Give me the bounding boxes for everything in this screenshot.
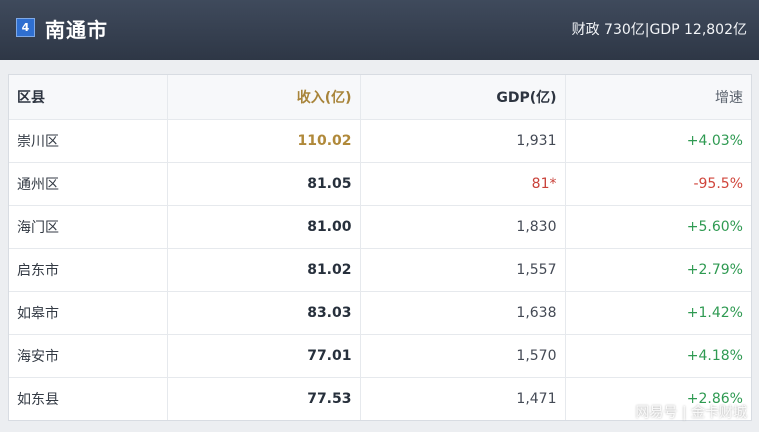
- column-header-district[interactable]: 区县: [9, 75, 167, 120]
- gdp-cell: 1,570: [359, 334, 565, 378]
- watermark-text: 网易号 | 金卡财城: [635, 405, 747, 421]
- city-title: 南通市: [45, 18, 108, 42]
- district-cell: 如皋市: [9, 291, 167, 335]
- table-row[interactable]: 海安市 77.01 1,570 +4.18%: [9, 334, 751, 378]
- district-cell: 启东市: [9, 248, 167, 292]
- income-cell: 77.53: [166, 377, 360, 420]
- table-header-row: 区县 收入(亿) GDP(亿) 增速: [9, 75, 751, 120]
- gdp-cell: 1,931: [359, 119, 565, 163]
- gdp-cell: 81*: [359, 162, 565, 206]
- gdp-cell: 1,830: [359, 205, 565, 249]
- column-header-gdp[interactable]: GDP(亿): [359, 75, 565, 120]
- gdp-cell: 1,557: [359, 248, 565, 292]
- growth-cell: +4.03%: [564, 119, 751, 163]
- table-row[interactable]: 通州区 81.05 81* -95.5%: [9, 162, 751, 206]
- income-cell: 81.05: [166, 162, 360, 206]
- growth-cell: +4.18%: [564, 334, 751, 378]
- district-cell: 海安市: [9, 334, 167, 378]
- gdp-cell: 1,471: [359, 377, 565, 420]
- district-cell: 通州区: [9, 162, 167, 206]
- district-cell: 崇川区: [9, 119, 167, 163]
- growth-cell: +2.79%: [564, 248, 751, 292]
- district-cell: 如东县: [17, 391, 59, 408]
- column-header-income[interactable]: 收入(亿): [166, 75, 360, 120]
- table-row[interactable]: 如皋市 83.03 1,638 +1.42%: [9, 291, 751, 335]
- city-summary: 财政 730亿|GDP 12,802亿: [571, 22, 747, 38]
- income-cell: 110.02: [166, 119, 360, 163]
- district-cell: 海门区: [9, 205, 167, 249]
- rank-badge: 4: [16, 18, 35, 37]
- income-cell: 83.03: [166, 291, 360, 335]
- gdp-cell: 1,638: [359, 291, 565, 335]
- column-header-growth[interactable]: 增速: [564, 75, 751, 120]
- growth-cell: +5.60%: [564, 205, 751, 249]
- city-header: 4 南通市 财政 730亿|GDP 12,802亿: [0, 0, 759, 60]
- growth-cell: -95.5%: [564, 162, 751, 206]
- table-row[interactable]: 海门区 81.00 1,830 +5.60%: [9, 205, 751, 249]
- table-row[interactable]: 启东市 81.02 1,557 +2.79%: [9, 248, 751, 292]
- income-cell: 81.02: [166, 248, 360, 292]
- growth-cell: +1.42%: [564, 291, 751, 335]
- income-cell: 77.01: [166, 334, 360, 378]
- income-cell: 81.00: [166, 205, 360, 249]
- district-table: 区县 收入(亿) GDP(亿) 增速 崇川区 110.02 1,931 +4.03% 通…: [8, 74, 752, 421]
- table-row[interactable]: 崇川区 110.02 1,931 +4.03%: [9, 119, 751, 163]
